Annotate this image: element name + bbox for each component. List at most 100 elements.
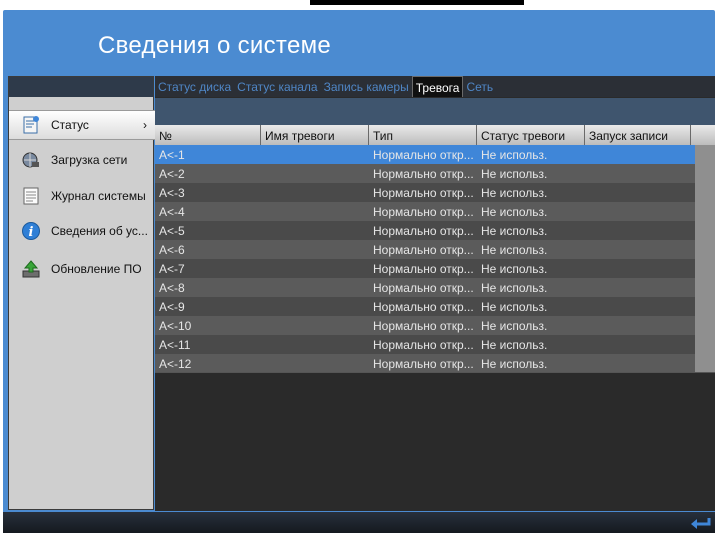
table-empty-area — [155, 372, 715, 511]
tab-channel-status[interactable]: Статус канала — [234, 76, 320, 97]
sidebar-header — [9, 77, 153, 97]
table-cell: A<-2 — [159, 167, 185, 181]
table-cell: Нормально откр... — [373, 224, 474, 238]
table-cell — [585, 202, 691, 221]
table-row[interactable]: A<-10 Нормально откр... Не использ. — [155, 316, 695, 335]
table-cell: A<-4 — [159, 205, 185, 219]
table-cell — [261, 202, 369, 221]
table-cell: Нормально откр... — [373, 262, 474, 276]
table-cell — [261, 354, 369, 373]
table-cell: A<-10 — [159, 319, 192, 333]
table-cell — [261, 335, 369, 354]
table-cell — [585, 354, 691, 373]
table-cell: A<-9 — [159, 300, 185, 314]
table-cell — [585, 240, 691, 259]
table-row[interactable]: A<-9 Нормально откр... Не использ. — [155, 297, 695, 316]
table-row[interactable]: A<-5 Нормально откр... Не использ. — [155, 221, 695, 240]
column-header-alarm-status[interactable]: Статус тревоги — [477, 125, 585, 145]
back-button[interactable] — [689, 515, 711, 531]
table-cell — [261, 221, 369, 240]
table-row[interactable]: A<-4 Нормально откр... Не использ. — [155, 202, 695, 221]
sidebar-item-label: Загрузка сети — [51, 153, 128, 167]
sidebar-item-label: Статус — [51, 118, 89, 132]
column-header-spacer — [691, 125, 715, 145]
sidebar-item-label: Обновление ПО — [51, 262, 142, 276]
table-row[interactable]: A<-6 Нормально откр... Не использ. — [155, 240, 695, 259]
table-cell: Не использ. — [481, 205, 548, 219]
table-row[interactable]: A<-8 Нормально откр... Не использ. — [155, 278, 695, 297]
device-info-icon: i — [21, 221, 41, 241]
back-arrow-icon — [689, 518, 711, 535]
software-update-icon — [21, 259, 41, 279]
table-cell: A<-5 — [159, 224, 185, 238]
table-cell: A<-12 — [159, 357, 192, 371]
table-cell: Не использ. — [481, 186, 548, 200]
table-cell: Не использ. — [481, 300, 548, 314]
table-row[interactable]: A<-7 Нормально откр... Не использ. — [155, 259, 695, 278]
table-row[interactable]: A<-1 Нормально откр... Не использ. — [155, 145, 695, 164]
table-row[interactable]: A<-11 Нормально откр... Не использ. — [155, 335, 695, 354]
sidebar-item-system-log[interactable]: Журнал системы — [9, 181, 155, 211]
table-cell: Нормально откр... — [373, 338, 474, 352]
table-cell: Не использ. — [481, 167, 548, 181]
table-cell: Нормально откр... — [373, 357, 474, 371]
table-cell — [261, 259, 369, 278]
sidebar-item-device-info[interactable]: i Сведения об ус... — [9, 216, 155, 246]
sidebar-item-label: Сведения об ус... — [51, 224, 148, 238]
table-cell: Не использ. — [481, 281, 548, 295]
column-header-alarm-name[interactable]: Имя тревоги — [261, 125, 369, 145]
table-cell — [585, 297, 691, 316]
network-load-icon — [21, 150, 41, 170]
table-cell: Не использ. — [481, 224, 548, 238]
table-header: № Имя тревоги Тип Статус тревоги Запуск … — [155, 125, 715, 145]
column-header-type[interactable]: Тип — [369, 125, 477, 145]
sidebar-item-status[interactable]: Статус › — [9, 110, 155, 140]
table-cell: Не использ. — [481, 319, 548, 333]
table-row[interactable]: A<-3 Нормально откр... Не использ. — [155, 183, 695, 202]
tab-disk-status[interactable]: Статус диска — [155, 76, 234, 97]
table-cell — [585, 259, 691, 278]
top-black-bar — [310, 0, 524, 5]
sidebar: Статус › Загрузка сети Журнал системы i … — [8, 76, 155, 510]
table-cell — [585, 164, 691, 183]
svg-text:i: i — [29, 225, 34, 240]
table-cell: Нормально откр... — [373, 300, 474, 314]
table-cell: A<-7 — [159, 262, 185, 276]
tab-camera-recording[interactable]: Запись камеры — [321, 76, 412, 97]
table-body: A<-1 Нормально откр... Не использ. A<-2 Норм… — [155, 145, 715, 373]
window-title: Сведения о системе — [98, 32, 332, 59]
system-log-icon — [21, 186, 41, 206]
table-cell: A<-3 — [159, 186, 185, 200]
table-row[interactable]: A<-2 Нормально откр... Не использ. — [155, 164, 695, 183]
table-cell — [261, 164, 369, 183]
table-cell — [585, 316, 691, 335]
tab-bar: Статус диска Статус канала Запись камеры… — [155, 76, 715, 97]
table-cell: A<-6 — [159, 243, 185, 257]
table-cell — [261, 145, 369, 164]
table-cell: Нормально откр... — [373, 243, 474, 257]
column-header-record-trigger[interactable]: Запуск записи — [585, 125, 691, 145]
table-cell: Не использ. — [481, 338, 548, 352]
table-cell — [585, 183, 691, 202]
table-cell — [261, 278, 369, 297]
table-cell: Нормально откр... — [373, 186, 474, 200]
sidebar-item-software-update[interactable]: Обновление ПО — [9, 254, 155, 284]
table-cell — [261, 297, 369, 316]
table-cell — [585, 278, 691, 297]
table-cell: Нормально откр... — [373, 167, 474, 181]
column-header-number[interactable]: № — [155, 125, 261, 145]
tab-alarm[interactable]: Тревога — [411, 76, 464, 97]
bottom-bar — [3, 512, 715, 533]
table-cell — [261, 316, 369, 335]
table-cell: Нормально откр... — [373, 148, 474, 162]
table-row[interactable]: A<-12 Нормально откр... Не использ. — [155, 354, 695, 373]
table-cell — [261, 240, 369, 259]
table-cell: Не использ. — [481, 357, 548, 371]
toolbar-strip — [155, 98, 715, 125]
sidebar-item-network-load[interactable]: Загрузка сети — [9, 145, 155, 175]
tab-network[interactable]: Сеть — [463, 76, 496, 97]
table-cell — [585, 145, 691, 164]
sidebar-item-label: Журнал системы — [51, 189, 146, 203]
table-cell — [585, 221, 691, 240]
table-cell — [261, 183, 369, 202]
